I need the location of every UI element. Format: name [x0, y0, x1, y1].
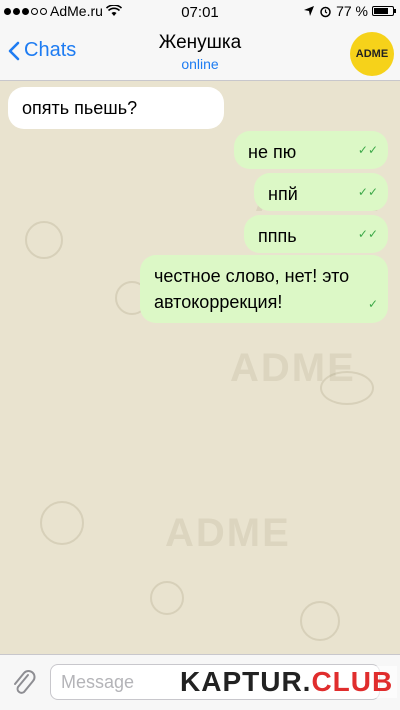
chat-header[interactable]: Женушка online: [100, 32, 300, 72]
message-outgoing[interactable]: не пю ✓✓: [234, 131, 388, 169]
watermark-text-accent: CLUB: [311, 666, 394, 697]
doodle-balloon: [25, 221, 63, 259]
message-text: честное слово, нет! это автокоррекция!: [154, 266, 350, 312]
back-label: Chats: [24, 39, 77, 61]
chat-status: online: [181, 56, 219, 72]
doodle-cat: [300, 601, 340, 641]
attach-icon[interactable]: [10, 667, 36, 697]
message-outgoing[interactable]: пппь ✓✓: [244, 215, 388, 253]
watermark-logo: KAPTUR.CLUB: [176, 666, 398, 698]
message-incoming[interactable]: опять пьешь?: [8, 87, 224, 129]
message-outgoing[interactable]: нпй ✓✓: [254, 173, 388, 211]
chat-screen: AdMe.ru 07:01 77 % Chats Женушка online …: [0, 0, 400, 710]
battery-label: 77 %: [336, 3, 368, 19]
battery-icon: [372, 6, 396, 16]
location-arrow-icon: [304, 6, 315, 16]
doodle-ball: [150, 581, 184, 615]
read-receipt-icon: ✓✓: [357, 185, 378, 199]
read-receipt-icon: ✓✓: [357, 227, 378, 241]
read-receipt-icon: ✓✓: [357, 143, 378, 157]
doodle-cloud: [320, 371, 374, 405]
doodle-cat: [40, 501, 84, 545]
chevron-left-icon: [8, 41, 20, 60]
avatar[interactable]: ADME: [350, 32, 394, 76]
background-watermark: ADME: [165, 511, 291, 555]
watermark-text-main: KAPTUR.: [180, 666, 312, 697]
message-list[interactable]: ADME ADME ADME опять пьешь? не пю ✓✓ нпй…: [0, 81, 400, 654]
nav-bar: Chats Женушка online ADME: [0, 24, 400, 81]
message-text: нпй: [268, 184, 298, 204]
message-text: не пю: [248, 142, 297, 162]
status-bar: AdMe.ru 07:01 77 %: [0, 0, 400, 24]
battery-fill: [374, 8, 388, 14]
status-right: 77 %: [303, 3, 396, 19]
alarm-icon: [320, 6, 331, 17]
message-text: пппь: [258, 226, 297, 246]
sent-receipt-icon: ✓: [367, 297, 378, 311]
message-text: опять пьешь?: [22, 98, 138, 118]
back-button[interactable]: Chats: [8, 39, 76, 62]
message-outgoing[interactable]: честное слово, нет! это автокоррекция! ✓: [140, 255, 388, 323]
chat-title: Женушка: [158, 32, 242, 53]
